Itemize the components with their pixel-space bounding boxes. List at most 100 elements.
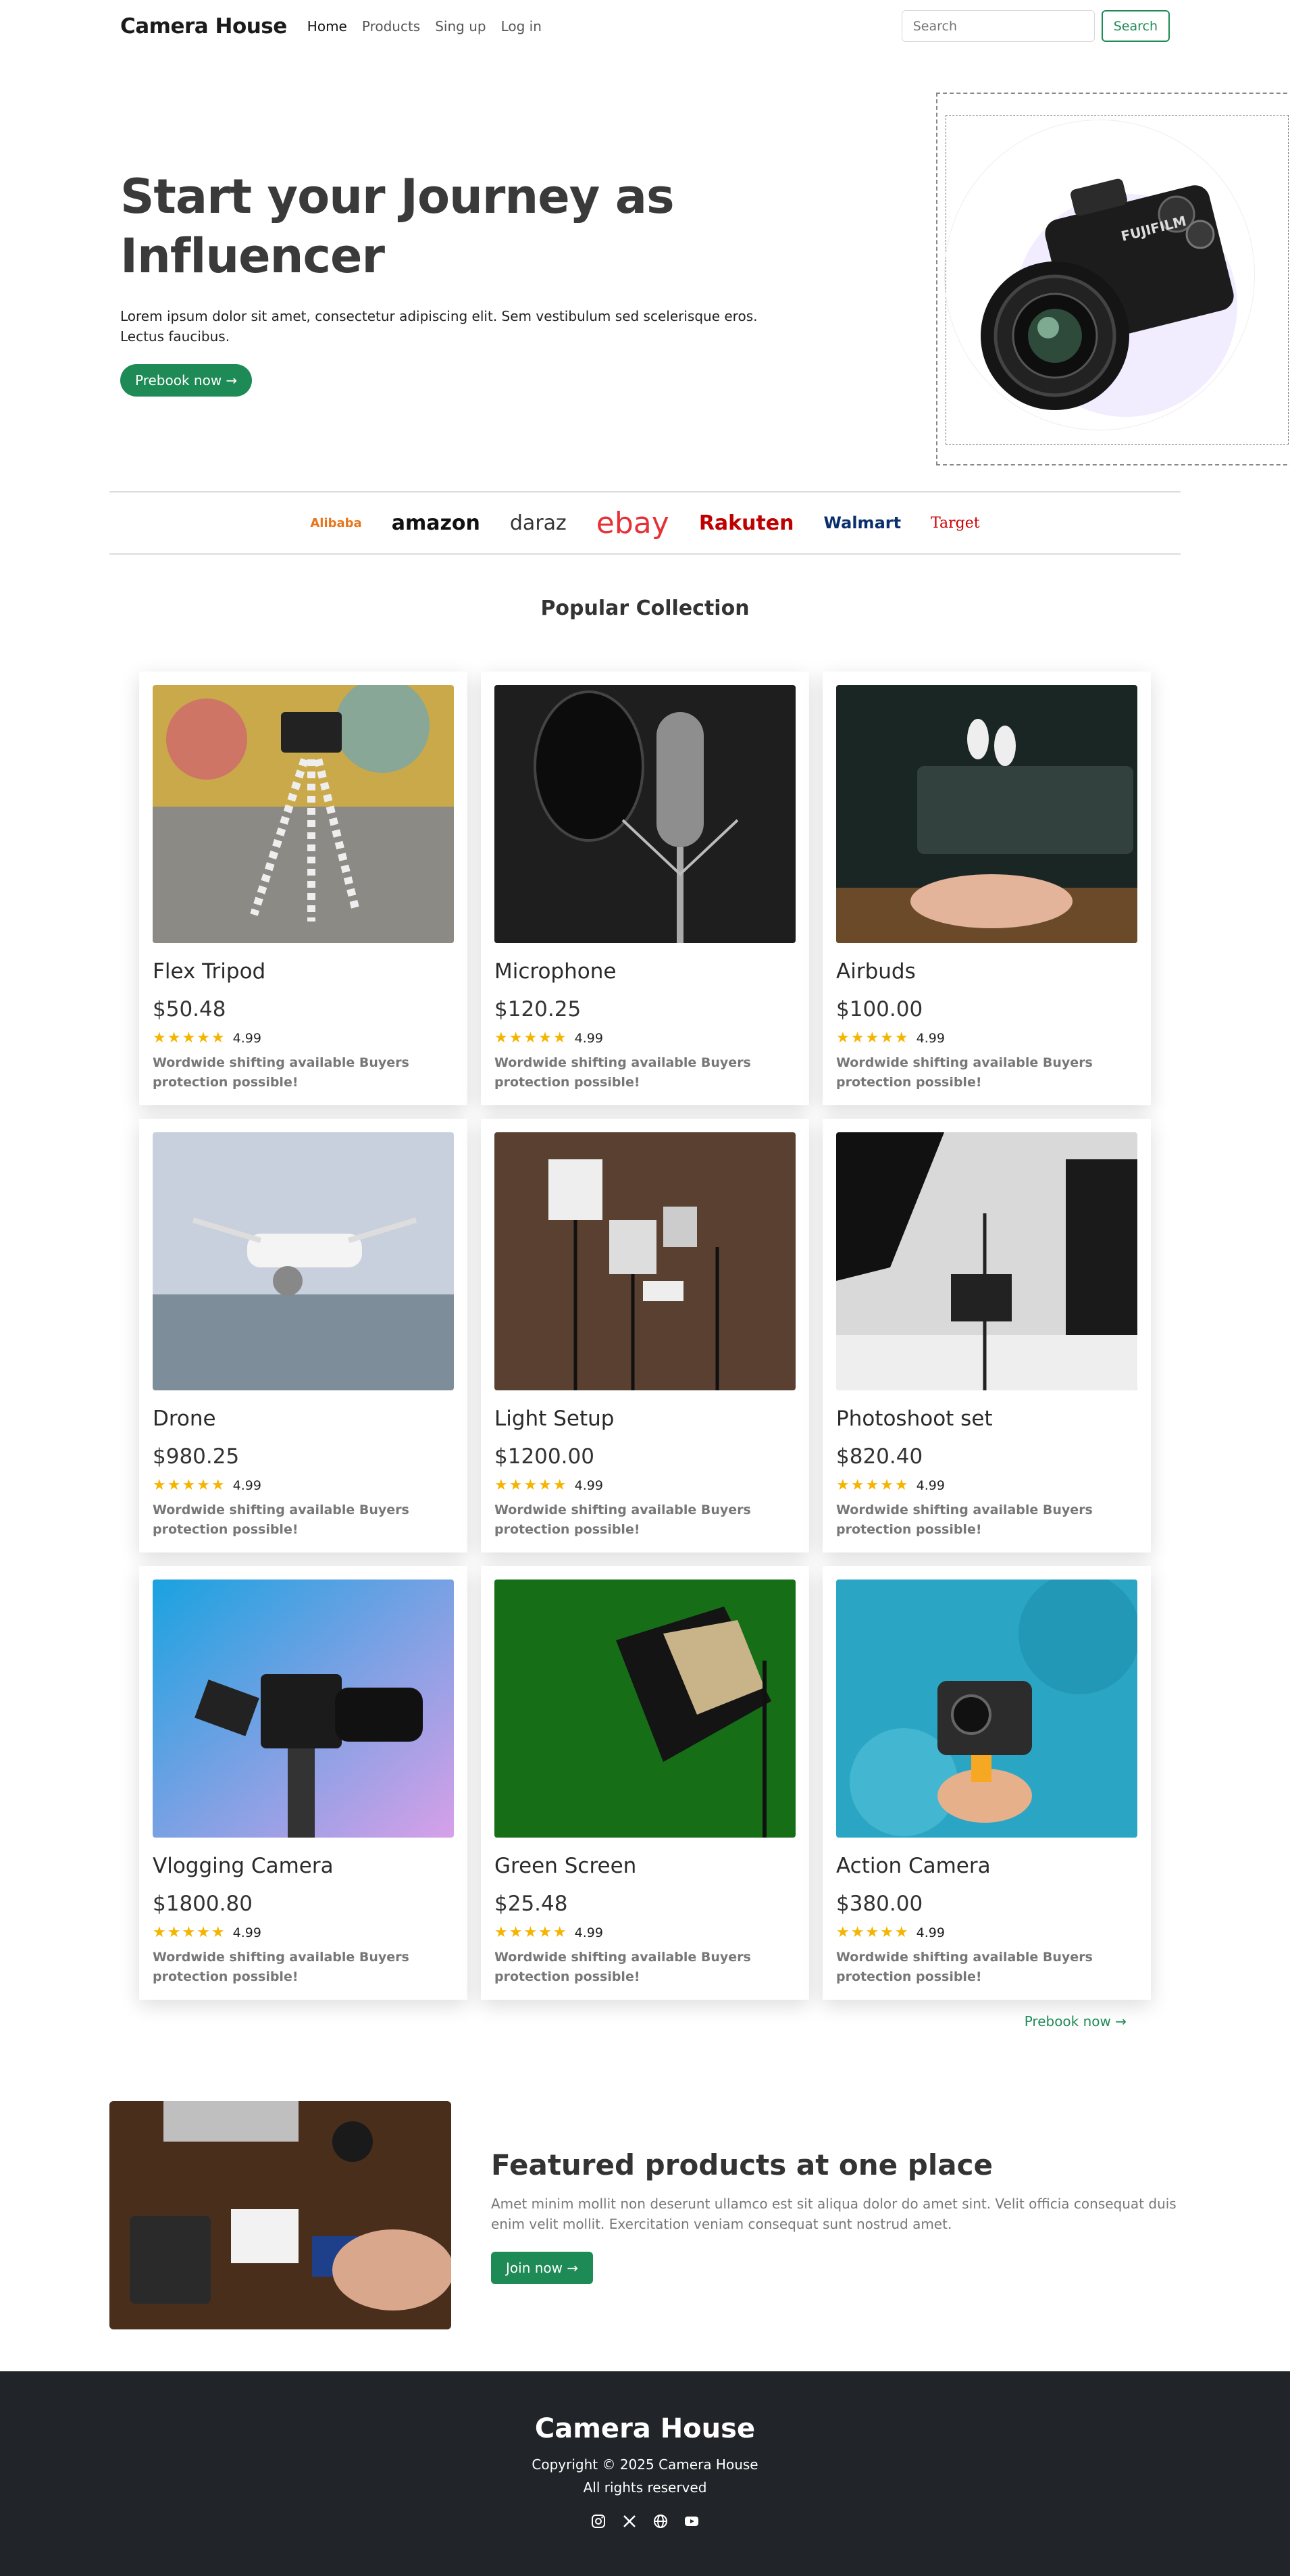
star-rating-icon: ★★★★★	[153, 1477, 226, 1494]
star-rating-icon: ★★★★★	[153, 1924, 226, 1941]
product-price: $1200.00	[494, 1444, 594, 1469]
product-name[interactable]: Green Screen	[494, 1854, 796, 1878]
social-links	[0, 2513, 1290, 2529]
product-note: Wordwide shifting available Buyers prote…	[836, 1950, 1093, 1984]
star-rating-icon: ★★★★★	[836, 1477, 910, 1494]
product-note: Wordwide shifting available Buyers prote…	[153, 1950, 409, 1984]
star-rating-icon: ★★★★★	[836, 1924, 910, 1941]
globe-icon[interactable]	[652, 2513, 669, 2529]
hero-section: Start your Journey as Influencer Lorem i…	[109, 52, 1290, 471]
footer-brand: Camera House	[534, 2413, 756, 2444]
product-rating: ★★★★★ 4.99	[153, 1030, 454, 1046]
product-name[interactable]: Photoshoot set	[836, 1407, 1137, 1431]
product-image-vlogging-camera[interactable]	[153, 1580, 454, 1838]
product-image-drone[interactable]	[153, 1132, 454, 1390]
product-note: Wordwide shifting available Buyers prote…	[494, 1502, 751, 1537]
rating-value: 4.99	[232, 1478, 261, 1493]
product-price: $50.48	[153, 997, 226, 1021]
nav-login-link[interactable]: Log in	[501, 18, 542, 34]
rating-value: 4.99	[916, 1030, 945, 1046]
product-note: Wordwide shifting available Buyers prote…	[836, 1055, 1093, 1090]
product-grid: Flex Tripod $50.48 ★★★★★ 4.99 Wordwide s…	[109, 672, 1181, 2000]
brand-ebay: ebay	[596, 505, 669, 540]
product-note: Wordwide shifting available Buyers prote…	[494, 1055, 751, 1090]
nav-links: Home Products Sing up Log in	[307, 18, 542, 34]
product-price: $1800.80	[153, 1892, 253, 1916]
product-card[interactable]: Microphone $120.25 ★★★★★ 4.99 Wordwide s…	[481, 672, 809, 1105]
x-icon[interactable]	[621, 2513, 638, 2529]
product-card[interactable]: Action Camera $380.00 ★★★★★ 4.99 Wordwid…	[823, 1566, 1151, 2000]
brand-amazon: amazon	[391, 511, 480, 535]
product-rating: ★★★★★ 4.99	[153, 1924, 454, 1941]
nav-products-link[interactable]: Products	[362, 18, 420, 34]
product-price: $380.00	[836, 1892, 923, 1916]
star-rating-icon: ★★★★★	[153, 1030, 226, 1046]
nav-home-link[interactable]: Home	[307, 18, 347, 34]
product-image-tripod[interactable]	[153, 685, 454, 943]
product-price: $820.40	[836, 1444, 923, 1469]
product-name[interactable]: Drone	[153, 1407, 454, 1431]
star-rating-icon: ★★★★★	[494, 1477, 568, 1494]
product-image-photoshoot-set[interactable]	[836, 1132, 1137, 1390]
prebook-link[interactable]: Prebook now →	[1025, 2013, 1127, 2029]
product-name[interactable]: Microphone	[494, 959, 796, 984]
product-rating: ★★★★★ 4.99	[836, 1477, 1137, 1494]
product-price: $100.00	[836, 997, 923, 1021]
product-rating: ★★★★★ 4.99	[494, 1924, 796, 1941]
rating-value: 4.99	[232, 1030, 261, 1046]
product-name[interactable]: Vlogging Camera	[153, 1854, 454, 1878]
product-card[interactable]: Drone $980.25 ★★★★★ 4.99 Wordwide shifti…	[139, 1119, 467, 1552]
product-rating: ★★★★★ 4.99	[153, 1477, 454, 1494]
search-input[interactable]	[901, 10, 1095, 42]
brand-logo[interactable]: Camera House	[120, 14, 287, 39]
star-rating-icon: ★★★★★	[494, 1030, 568, 1046]
product-price: $25.48	[494, 1892, 568, 1916]
product-name[interactable]: Flex Tripod	[153, 959, 454, 984]
rating-value: 4.99	[574, 1030, 603, 1046]
featured-title: Featured products at one place	[491, 2148, 993, 2181]
star-rating-icon: ★★★★★	[494, 1924, 568, 1941]
rating-value: 4.99	[916, 1925, 945, 1940]
footer-rights: All rights reserved	[583, 2479, 707, 2496]
search-button[interactable]: Search	[1101, 10, 1170, 42]
product-image-light-setup[interactable]	[494, 1132, 796, 1390]
nav-signup-link[interactable]: Sing up	[435, 18, 486, 34]
product-name[interactable]: Light Setup	[494, 1407, 796, 1431]
product-price: $980.25	[153, 1444, 240, 1469]
navbar: Camera House Home Products Sing up Log i…	[109, 0, 1181, 52]
product-rating: ★★★★★ 4.99	[836, 1924, 1137, 1941]
instagram-icon[interactable]	[590, 2513, 607, 2529]
product-card[interactable]: Flex Tripod $50.48 ★★★★★ 4.99 Wordwide s…	[139, 672, 467, 1105]
product-note: Wordwide shifting available Buyers prote…	[153, 1502, 409, 1537]
product-rating: ★★★★★ 4.99	[494, 1477, 796, 1494]
youtube-icon[interactable]	[683, 2513, 700, 2529]
hero-text: Start your Journey as Influencer Lorem i…	[120, 167, 796, 397]
product-image-action-camera[interactable]	[836, 1580, 1137, 1838]
product-note: Wordwide shifting available Buyers prote…	[153, 1055, 409, 1090]
brand-strip: Alibaba amazon daraz ebay Rakuten Walmar…	[109, 491, 1181, 555]
product-image-green-screen[interactable]	[494, 1580, 796, 1838]
featured-section: Featured products at one place Amet mini…	[109, 2101, 1181, 2331]
product-name[interactable]: Action Camera	[836, 1854, 1137, 1878]
join-now-button[interactable]: Join now →	[491, 2252, 594, 2284]
product-name[interactable]: Airbuds	[836, 959, 1137, 984]
product-image-airbuds[interactable]	[836, 685, 1137, 943]
product-card[interactable]: Green Screen $25.48 ★★★★★ 4.99 Wordwide …	[481, 1566, 809, 2000]
brand-rakuten: Rakuten	[698, 511, 794, 535]
hero-title: Start your Journey as Influencer	[120, 169, 675, 284]
product-note: Wordwide shifting available Buyers prote…	[494, 1950, 751, 1984]
product-card[interactable]: Light Setup $1200.00 ★★★★★ 4.99 Wordwide…	[481, 1119, 809, 1552]
brand-walmart: Walmart	[823, 513, 902, 532]
nav-left: Camera House Home Products Sing up Log i…	[120, 14, 542, 39]
product-card[interactable]: Photoshoot set $820.40 ★★★★★ 4.99 Wordwi…	[823, 1119, 1151, 1552]
rating-value: 4.99	[574, 1478, 603, 1493]
product-card[interactable]: Airbuds $100.00 ★★★★★ 4.99 Wordwide shif…	[823, 672, 1151, 1105]
product-image-microphone[interactable]	[494, 685, 796, 943]
star-rating-icon: ★★★★★	[836, 1030, 910, 1046]
prebook-button[interactable]: Prebook now →	[120, 364, 253, 397]
nav-search: Search	[901, 10, 1170, 42]
featured-text: Featured products at one place Amet mini…	[491, 2148, 1187, 2284]
collection-title: Popular Collection	[540, 597, 750, 620]
hero-description: Lorem ipsum dolor sit amet, consectetur …	[120, 308, 758, 345]
product-card[interactable]: Vlogging Camera $1800.80 ★★★★★ 4.99 Word…	[139, 1566, 467, 2000]
